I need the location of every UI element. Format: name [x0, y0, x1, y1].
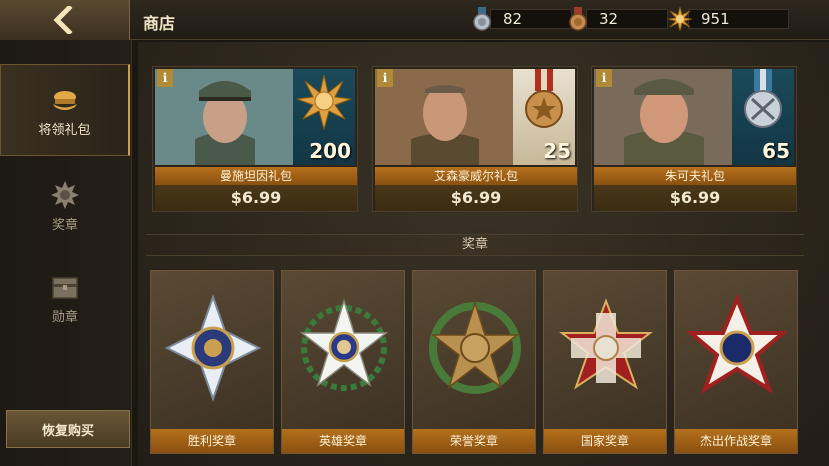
national-medal-icon	[559, 298, 653, 390]
sidebar: 将领礼包 奖章 勋章 恢复购买	[0, 40, 132, 466]
section-header: 奖章	[146, 234, 804, 256]
resource-gold-stars: 951	[668, 7, 789, 31]
general-pack-card[interactable]: 65 i 朱可夫礼包 $6.99	[591, 66, 797, 212]
medal-name: 荣誉奖章	[413, 429, 535, 453]
shop-content: 200 i 曼施坦因礼包 $6.99 25 i 艾森豪威尔礼包 $6.99 65…	[138, 42, 829, 466]
general-portrait	[375, 69, 515, 165]
honor-medal-icon	[429, 300, 521, 394]
info-button[interactable]: i	[377, 69, 393, 87]
distinguished-combat-medal-icon	[687, 293, 787, 394]
general-pack-card[interactable]: 200 i 曼施坦因礼包 $6.99	[152, 66, 358, 212]
medal-name: 国家奖章	[544, 429, 666, 453]
sidebar-item-general-packs[interactable]: 将领礼包	[0, 64, 130, 156]
chest-icon	[52, 277, 78, 299]
silver-medal-icon	[473, 7, 491, 31]
silver-medal-icon	[744, 69, 782, 128]
victory-medal-icon	[164, 293, 262, 403]
bronze-medal-icon	[569, 7, 587, 31]
resource-silver-medals: 82	[470, 7, 572, 31]
medal-card[interactable]: 荣誉奖章	[412, 270, 536, 454]
medal-card[interactable]: 国家奖章	[543, 270, 667, 454]
resource-value: 32	[599, 10, 619, 28]
hero-medal-icon	[299, 298, 389, 391]
top-bar: 商店 82 32 951	[0, 0, 829, 40]
medal-name: 杰出作战奖章	[675, 429, 797, 453]
reward-count: 65	[762, 139, 790, 163]
sidebar-item-medals[interactable]: 奖章	[0, 160, 130, 252]
chevron-left-icon	[53, 6, 73, 34]
medal-name: 胜利奖章	[151, 429, 273, 453]
sidebar-item-label: 勋章	[51, 310, 78, 325]
sidebar-item-decorations[interactable]: 勋章	[0, 252, 130, 344]
gold-star-medal-icon	[296, 74, 352, 131]
back-button[interactable]	[0, 0, 130, 40]
reward-count: 25	[543, 139, 571, 163]
pack-name: 朱可夫礼包	[594, 167, 796, 185]
medal-name: 英雄奖章	[282, 429, 404, 453]
page-title: 商店	[143, 14, 176, 33]
medal-gear-icon	[51, 181, 79, 209]
sidebar-item-label: 将领礼包	[38, 123, 91, 138]
resource-value: 82	[503, 10, 523, 28]
pack-name: 艾森豪威尔礼包	[375, 167, 577, 185]
medal-card[interactable]: 英雄奖章	[281, 270, 405, 454]
resource-bronze-medals: 32	[566, 7, 668, 31]
info-button[interactable]: i	[157, 69, 173, 87]
officer-cap-icon	[52, 91, 77, 110]
section-title: 奖章	[461, 237, 488, 252]
info-button[interactable]: i	[596, 69, 612, 87]
sidebar-item-label: 奖章	[51, 218, 78, 233]
medal-card[interactable]: 杰出作战奖章	[674, 270, 798, 454]
general-pack-card[interactable]: 25 i 艾森豪威尔礼包 $6.99	[372, 66, 578, 212]
medal-card[interactable]: 胜利奖章	[150, 270, 274, 454]
restore-purchase-button[interactable]: 恢复购买	[6, 410, 130, 448]
reward-count: 200	[309, 139, 351, 163]
pack-name: 曼施坦因礼包	[155, 167, 357, 185]
pack-price: $6.99	[155, 185, 357, 211]
resource-value: 951	[701, 10, 730, 28]
general-portrait	[155, 69, 295, 165]
gold-star-icon	[668, 7, 692, 31]
general-portrait	[594, 69, 734, 165]
pack-price: $6.99	[375, 185, 577, 211]
pack-price: $6.99	[594, 185, 796, 211]
bronze-medal-icon	[525, 69, 563, 128]
